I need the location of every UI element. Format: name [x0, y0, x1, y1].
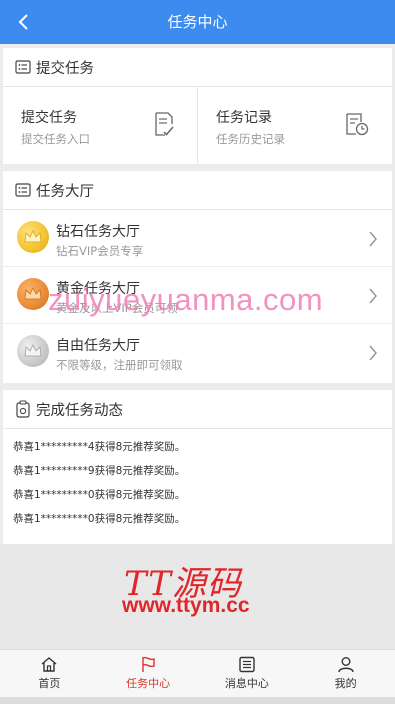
list-item: 恭喜1*********0获得8元推荐奖励。	[13, 513, 186, 525]
watermark-url: www.ttym.cc	[122, 594, 250, 617]
gold-hall-item[interactable]: 黄金任务大厅 黄金及以上VIP会员可领	[3, 267, 392, 324]
gold-crown-medal-icon	[17, 278, 49, 310]
silver-crown-medal-icon	[17, 335, 49, 367]
chevron-right-icon	[369, 231, 377, 247]
dynamics-section-title: 完成任务动态	[36, 402, 123, 419]
list-card-icon	[15, 60, 31, 74]
tab-message-center-label: 消息中心	[224, 677, 269, 690]
task-dynamics-section: 完成任务动态 恭喜1*********4获得8元推荐奖励。 恭喜1*******…	[3, 390, 392, 544]
dynamics-list: 恭喜1*********4获得8元推荐奖励。 恭喜1*********9获得8元…	[3, 429, 392, 531]
submit-section-header: 提交任务	[3, 48, 392, 87]
list-item: 恭喜1*********0获得8元推荐奖励。	[13, 489, 186, 501]
home-icon	[41, 657, 57, 672]
tab-task-center[interactable]: 任务中心	[99, 650, 198, 698]
user-icon	[337, 657, 354, 673]
watermark-area: TT源码 www.ttym.cc	[0, 544, 395, 649]
gold-hall-title: 黄金任务大厅	[56, 281, 140, 297]
task-record-entry[interactable]: 任务记录 任务历史记录	[197, 87, 392, 164]
page-title: 任务中心	[167, 13, 228, 31]
gold-hall-subtitle: 黄金及以上VIP会员可领	[56, 301, 178, 315]
free-hall-subtitle: 不限等级，注册即可领取	[56, 358, 183, 372]
diamond-hall-title: 钻石任务大厅	[56, 224, 140, 240]
tab-home[interactable]: 首页	[0, 650, 99, 698]
free-hall-item[interactable]: 自由任务大厅 不限等级，注册即可领取	[3, 324, 392, 381]
submit-task-entry[interactable]: 提交任务 提交任务入口	[3, 87, 197, 164]
chevron-right-icon	[369, 345, 377, 361]
hall-section-header: 任务大厅	[3, 171, 392, 210]
bottom-safe-area	[0, 697, 395, 704]
bottom-tab-bar: 首页 任务中心 消息中心 我的	[0, 649, 395, 698]
submit-section-title: 提交任务	[36, 60, 94, 77]
dynamics-section-header: 完成任务动态	[3, 390, 392, 429]
clipboard-check-icon	[16, 400, 30, 418]
edit-document-icon	[155, 112, 174, 136]
list-item: 恭喜1*********4获得8元推荐奖励。	[13, 441, 186, 453]
tab-mine[interactable]: 我的	[296, 650, 395, 698]
list-card-icon	[15, 183, 31, 197]
record-clock-icon	[346, 113, 369, 136]
tab-mine-label: 我的	[334, 677, 357, 690]
tab-task-center-label: 任务中心	[126, 677, 171, 690]
submit-task-section: 提交任务 提交任务 提交任务入口 任务记录 任务历史记录	[3, 48, 392, 164]
hall-section-title: 任务大厅	[36, 183, 94, 200]
task-hall-section: 任务大厅 钻石任务大厅 钻石VIP会员专享 黄金任务大厅 黄金及以上VIP会员可…	[3, 171, 392, 383]
top-navigation-bar: 任务中心	[0, 0, 395, 44]
diamond-crown-medal-icon	[17, 221, 49, 253]
tab-message-center[interactable]: 消息中心	[198, 650, 297, 698]
message-icon	[239, 656, 255, 673]
flag-icon	[142, 656, 155, 672]
free-hall-title: 自由任务大厅	[56, 338, 140, 354]
chevron-right-icon	[369, 288, 377, 304]
diamond-hall-subtitle: 钻石VIP会员专享	[56, 244, 144, 258]
tab-home-label: 首页	[38, 677, 61, 690]
list-item: 恭喜1*********9获得8元推荐奖励。	[13, 465, 186, 477]
diamond-hall-item[interactable]: 钻石任务大厅 钻石VIP会员专享	[3, 210, 392, 267]
